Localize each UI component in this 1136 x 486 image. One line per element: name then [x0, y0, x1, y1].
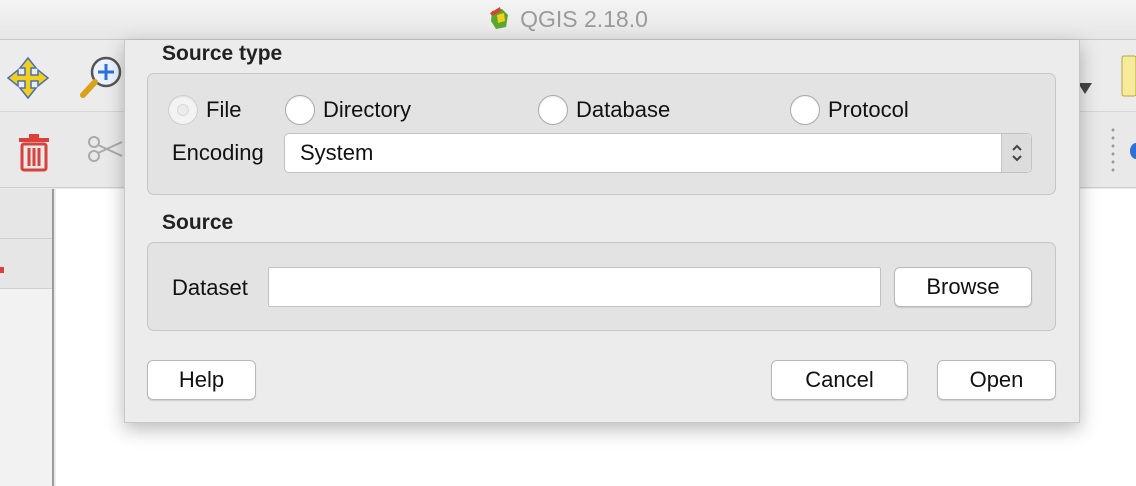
radio-protocol[interactable]: Protocol: [790, 95, 909, 125]
toolbar-overflow-arrow-icon[interactable]: [1078, 82, 1092, 100]
radio-file-circle[interactable]: [168, 95, 198, 125]
cut-scissors-icon[interactable]: [88, 134, 124, 169]
window-title: QGIS 2.18.0: [520, 6, 648, 32]
browse-button[interactable]: Browse: [894, 267, 1032, 307]
source-type-title: Source type: [162, 42, 283, 65]
delete-trash-icon[interactable]: [16, 132, 52, 177]
cancel-button[interactable]: Cancel: [771, 360, 908, 400]
radio-database-circle[interactable]: [538, 95, 568, 125]
toolbar-edge-blue-icon: [1128, 142, 1136, 165]
source-group: Dataset Browse: [147, 242, 1056, 331]
source-title: Source: [162, 211, 234, 234]
encoding-label: Encoding: [172, 140, 264, 165]
toolbar-edge-icon: [1120, 54, 1136, 103]
panel-marker: [0, 267, 4, 273]
encoding-select[interactable]: System: [284, 133, 1032, 173]
toolbar-grip-icon: [1110, 126, 1116, 179]
open-button[interactable]: Open: [937, 360, 1056, 400]
qgis-logo-icon: [488, 6, 512, 33]
help-button[interactable]: Help: [147, 360, 256, 400]
dataset-input[interactable]: [268, 267, 881, 307]
radio-directory-circle[interactable]: [285, 95, 315, 125]
radio-file-label: File: [206, 97, 242, 122]
pan-map-icon[interactable]: [6, 56, 50, 105]
add-vector-layer-dialog: Source type File Directory Database Prot…: [124, 40, 1080, 423]
radio-directory-label: Directory: [323, 97, 412, 122]
zoom-in-icon[interactable]: [78, 54, 124, 105]
dataset-label: Dataset: [172, 275, 248, 300]
radio-file[interactable]: File: [168, 95, 241, 125]
up-down-chevron-icon[interactable]: [1001, 134, 1031, 172]
encoding-value: System: [300, 140, 374, 165]
radio-protocol-circle[interactable]: [790, 95, 820, 125]
radio-directory[interactable]: Directory: [285, 95, 411, 125]
radio-database[interactable]: Database: [538, 95, 670, 125]
window-title-bar: QGIS 2.18.0: [0, 0, 1136, 40]
radio-database-label: Database: [576, 97, 671, 122]
radio-protocol-label: Protocol: [828, 97, 909, 122]
panel-tab[interactable]: [0, 239, 52, 289]
source-type-group: File Directory Database Protocol Encodin…: [147, 73, 1056, 195]
layers-panel: [0, 189, 54, 486]
panel-tab[interactable]: [0, 189, 52, 239]
